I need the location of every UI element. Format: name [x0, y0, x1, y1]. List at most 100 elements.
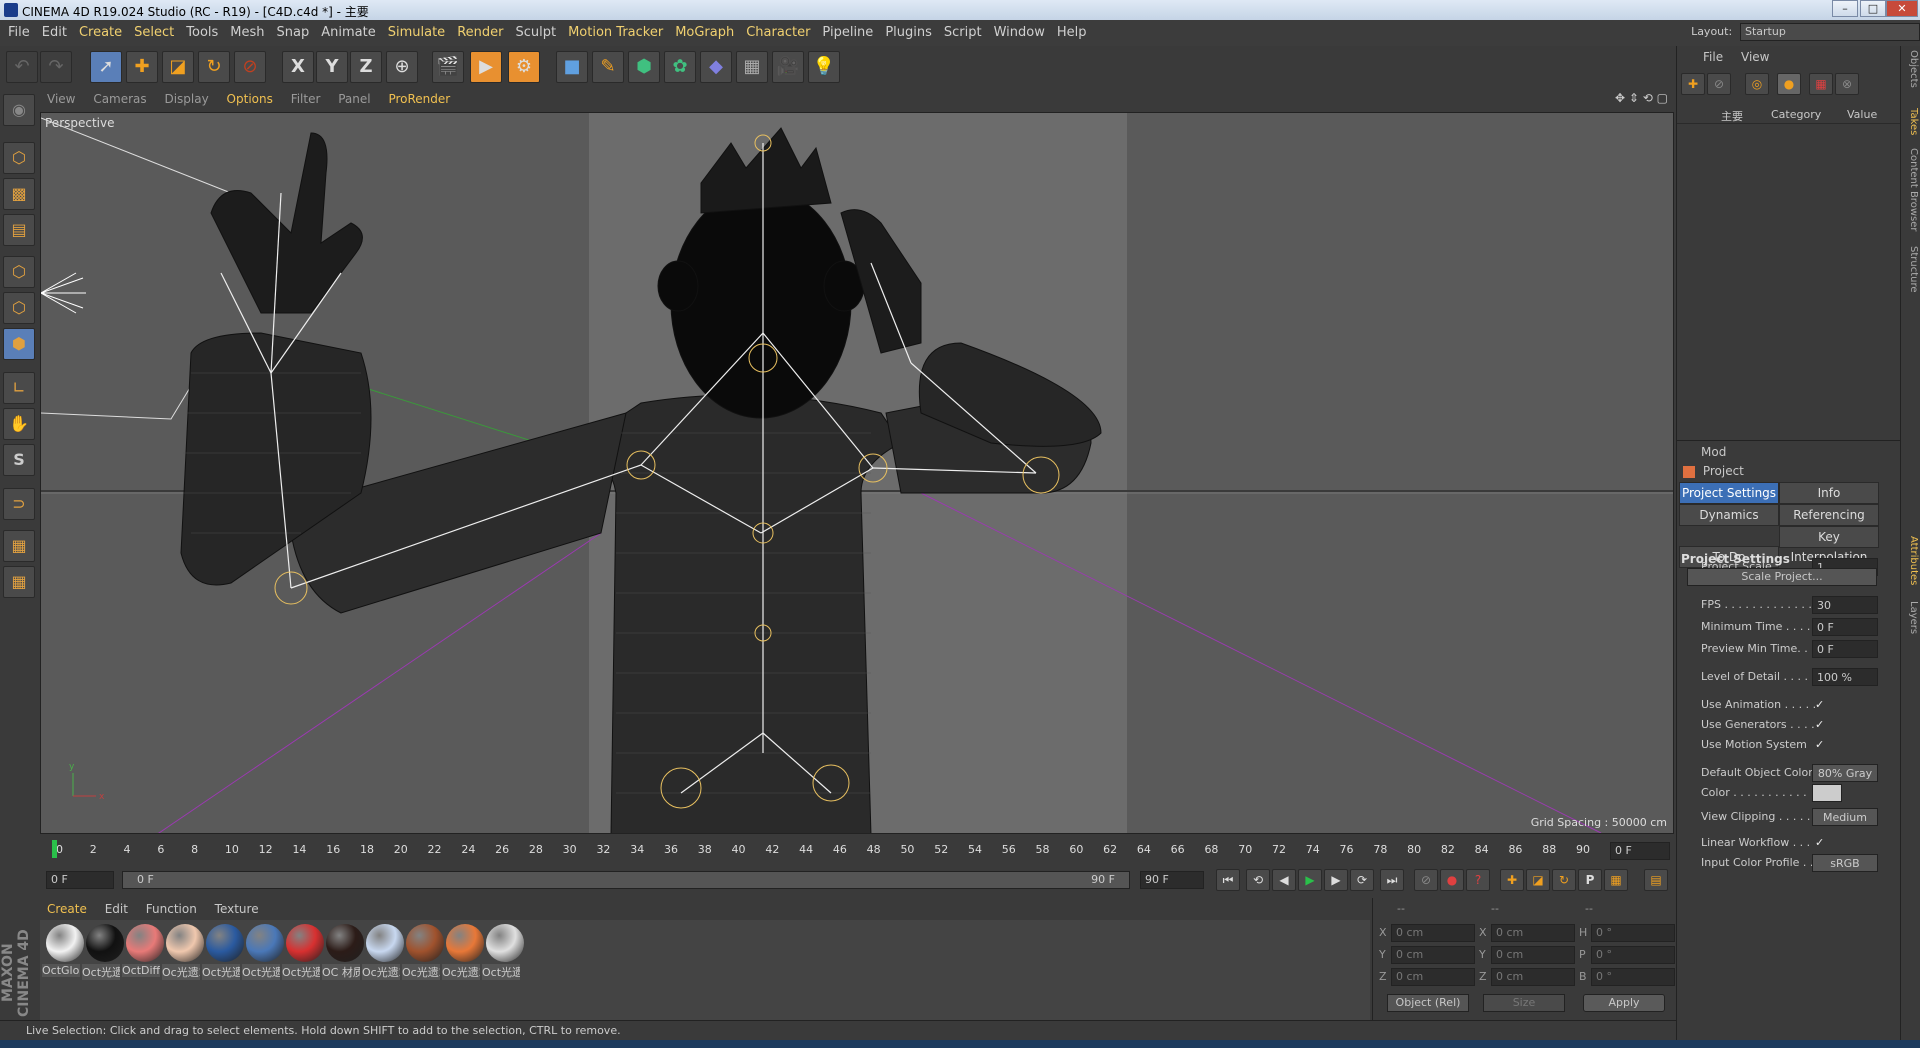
subdivision-icon[interactable]: ⬢: [628, 51, 660, 83]
key-scale-icon[interactable]: ◪: [1526, 869, 1550, 891]
timeline-ruler[interactable]: 0 2 4 6 8 10 12 14 16 18 20 22 24 26 28 30 32 34 36 38 40 42 4…: [40, 836, 1674, 866]
layout-dropdown[interactable]: Startup: [1740, 23, 1920, 41]
render-view-icon[interactable]: 🎬: [432, 51, 464, 83]
attribute-dropdown[interactable]: sRGB: [1812, 854, 1878, 872]
viewport-menu-view[interactable]: View: [40, 88, 82, 110]
menu-edit[interactable]: Edit: [36, 20, 73, 46]
menu-tools[interactable]: Tools: [180, 20, 224, 46]
timeline-window-icon[interactable]: ▤: [1644, 869, 1668, 891]
rotation-p-field[interactable]: 0 °: [1591, 946, 1675, 964]
side-tab-content-browser[interactable]: Content Browser: [1903, 148, 1919, 231]
menu-script[interactable]: Script: [938, 20, 988, 46]
attribute-value-field[interactable]: 100 %: [1812, 668, 1878, 686]
attribute-dropdown[interactable]: Medium: [1812, 808, 1878, 826]
minimize-button[interactable]: –: [1832, 0, 1858, 17]
menu-render[interactable]: Render: [451, 20, 509, 46]
menu-motion-tracker[interactable]: Motion Tracker: [562, 20, 669, 46]
attribute-dropdown[interactable]: 80% Gray: [1812, 764, 1878, 782]
key-rotation-icon[interactable]: ↻: [1552, 869, 1576, 891]
floor-icon[interactable]: ▦: [736, 51, 768, 83]
viewport-menu-filter[interactable]: Filter: [284, 88, 328, 110]
color-swatch[interactable]: [1812, 784, 1842, 802]
pen-icon[interactable]: ✎: [592, 51, 624, 83]
next-frame-icon[interactable]: ▶: [1324, 869, 1348, 891]
size-x-field[interactable]: 0 cm: [1491, 924, 1575, 942]
prev-frame-icon[interactable]: ◀: [1272, 869, 1296, 891]
frame-range-slider[interactable]: 0 F 90 F: [122, 871, 1130, 889]
material-menu-edit[interactable]: Edit: [98, 898, 135, 920]
menu-file[interactable]: File: [2, 20, 36, 46]
menu-plugins[interactable]: Plugins: [879, 20, 938, 46]
planar-workplane-icon[interactable]: ▦: [3, 566, 35, 598]
world-coordinate-icon[interactable]: ⊕: [386, 51, 418, 83]
scale-project-button[interactable]: Scale Project...: [1687, 568, 1877, 586]
material-menu-function[interactable]: Function: [139, 898, 204, 920]
viewport-nav-icons[interactable]: ✥ ⇕ ⟲ ▢: [1615, 91, 1668, 105]
z-axis-icon[interactable]: Z: [350, 51, 382, 83]
size-y-field[interactable]: 0 cm: [1491, 946, 1575, 964]
solo-icon[interactable]: S: [3, 444, 35, 476]
start-frame-field[interactable]: 0 F: [46, 871, 114, 889]
position-y-field[interactable]: 0 cm: [1391, 946, 1475, 964]
polygons-mode-icon[interactable]: ⬢: [3, 328, 35, 360]
play-icon[interactable]: ▶: [1298, 869, 1322, 891]
rotation-h-field[interactable]: 0 °: [1591, 924, 1675, 942]
light-icon[interactable]: 💡: [808, 51, 840, 83]
lock-workplane-icon[interactable]: ▦: [3, 530, 35, 562]
playhead-marker[interactable]: [52, 840, 57, 858]
workplane-icon[interactable]: ▤: [3, 214, 35, 246]
points-mode-icon[interactable]: ⬡: [3, 256, 35, 288]
position-z-field[interactable]: 0 cm: [1391, 968, 1475, 986]
snap-icon[interactable]: ⊃: [3, 488, 35, 520]
cloner-icon[interactable]: ✿: [664, 51, 696, 83]
rotation-b-field[interactable]: 0 °: [1591, 968, 1675, 986]
key-position-icon[interactable]: ✚: [1500, 869, 1524, 891]
material-item[interactable]: Oct光遗: [482, 924, 528, 980]
autokey-icon[interactable]: ?: [1466, 869, 1490, 891]
viewport-menu-cameras[interactable]: Cameras: [86, 88, 153, 110]
side-tab-attributes[interactable]: Attributes: [1903, 536, 1919, 585]
material-menu-create[interactable]: Create: [40, 898, 94, 920]
tweak-mode-icon[interactable]: ✋: [3, 408, 35, 440]
move-icon[interactable]: ✚: [126, 51, 158, 83]
viewport-menu-prorender[interactable]: ProRender: [381, 88, 457, 110]
menu-window[interactable]: Window: [988, 20, 1051, 46]
side-tab-layers[interactable]: Layers: [1903, 601, 1919, 634]
coordinate-mode-dropdown[interactable]: Object (Rel): [1387, 994, 1469, 1012]
menu-sculpt[interactable]: Sculpt: [509, 20, 562, 46]
attribute-value-field[interactable]: 0 F: [1812, 640, 1878, 658]
goto-start-icon[interactable]: ⏮: [1216, 869, 1240, 891]
texture-mode-icon[interactable]: ▩: [3, 178, 35, 210]
menu-help[interactable]: Help: [1051, 20, 1093, 46]
attribute-checkbox[interactable]: ✓: [1815, 696, 1824, 714]
current-frame-field[interactable]: 0 F: [1610, 842, 1670, 860]
undo-icon[interactable]: ↶: [6, 51, 38, 83]
attribute-checkbox[interactable]: ✓: [1815, 716, 1824, 734]
record-icon[interactable]: ●: [1440, 869, 1464, 891]
menu-snap[interactable]: Snap: [271, 20, 316, 46]
keyframe-selection-icon[interactable]: ⊘: [1414, 869, 1438, 891]
layout-selector[interactable]: Layout: Startup: [1691, 23, 1920, 41]
menu-simulate[interactable]: Simulate: [382, 20, 451, 46]
live-selection-icon[interactable]: ➚: [90, 51, 122, 83]
recent-tool-icon[interactable]: ⊘: [234, 51, 266, 83]
side-tab-objects[interactable]: Objects: [1903, 50, 1919, 88]
y-axis-icon[interactable]: Y: [316, 51, 348, 83]
render-picture-viewer-icon[interactable]: ▶: [470, 51, 502, 83]
close-button[interactable]: ✕: [1886, 0, 1918, 17]
menu-select[interactable]: Select: [128, 20, 180, 46]
mode-icon[interactable]: ◉: [3, 94, 35, 126]
scale-icon[interactable]: ◪: [162, 51, 194, 83]
menu-mograph[interactable]: MoGraph: [669, 20, 740, 46]
key-pla-icon[interactable]: ▦: [1604, 869, 1628, 891]
menu-mesh[interactable]: Mesh: [224, 20, 270, 46]
maximize-button[interactable]: □: [1860, 0, 1886, 17]
cube-icon[interactable]: ■: [556, 51, 588, 83]
menu-character[interactable]: Character: [740, 20, 816, 46]
apply-button[interactable]: Apply: [1583, 994, 1665, 1012]
viewport-perspective[interactable]: y x Perspective Grid Spacing : 50000 cm: [40, 112, 1674, 834]
edges-mode-icon[interactable]: ⬡: [3, 292, 35, 324]
key-parameter-icon[interactable]: P: [1578, 869, 1602, 891]
menu-pipeline[interactable]: Pipeline: [816, 20, 879, 46]
camera-icon[interactable]: 🎥: [772, 51, 804, 83]
